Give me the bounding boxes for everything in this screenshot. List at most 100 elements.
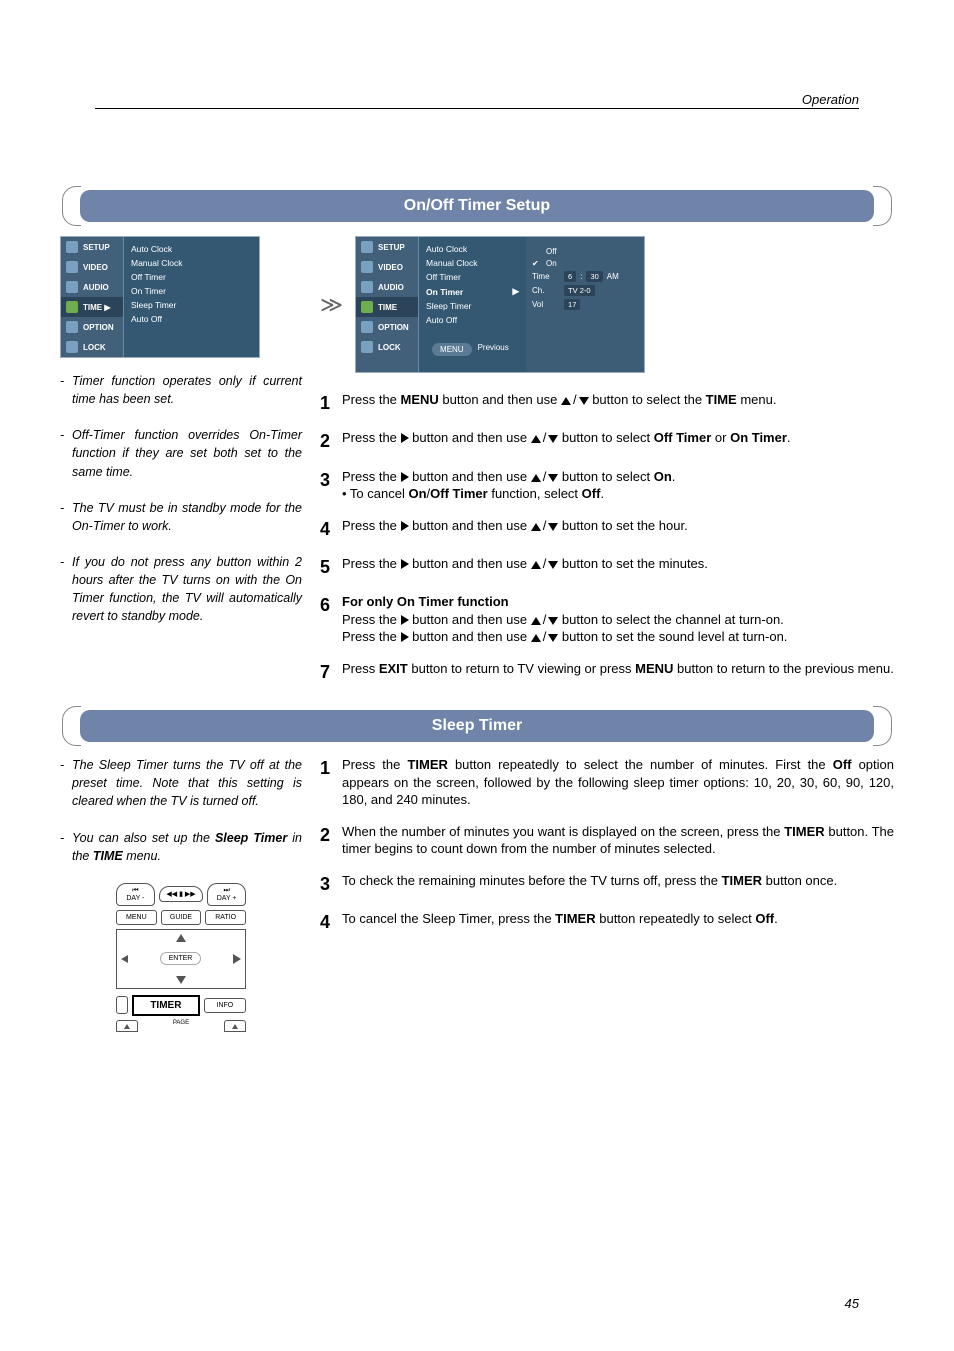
m-lock: LOCK bbox=[83, 343, 106, 352]
down-icon bbox=[548, 523, 558, 531]
t: Off Timer bbox=[430, 486, 488, 501]
down-icon bbox=[548, 561, 558, 569]
t: button to set the sound level at turn-on… bbox=[558, 629, 787, 644]
m-audio: AUDIO bbox=[83, 283, 109, 292]
section1-notes: -Timer function operates only if current… bbox=[60, 372, 302, 625]
mr-item4: Sleep Timer bbox=[426, 301, 471, 311]
up-icon bbox=[531, 634, 541, 642]
d-time-m: 30 bbox=[586, 271, 602, 282]
section2-title: Sleep Timer bbox=[80, 710, 874, 742]
rb-menu: MENU bbox=[116, 910, 157, 925]
mr-item5: Auto Off bbox=[426, 315, 457, 325]
arrow-between-icon: ≫ bbox=[320, 292, 343, 318]
note2-1: The Sleep Timer turns the TV off at the … bbox=[72, 756, 302, 810]
section2-steps: 1Press the TIMER button repeatedly to se… bbox=[320, 756, 894, 934]
t: menu. bbox=[123, 849, 161, 863]
note2-2: You can also set up the Sleep Timer in t… bbox=[72, 829, 302, 865]
right-icon bbox=[401, 521, 409, 531]
t: button and then use bbox=[409, 612, 531, 627]
right-icon bbox=[401, 433, 409, 443]
t: function, select bbox=[488, 486, 582, 501]
right-icon bbox=[401, 472, 409, 482]
t: button to select bbox=[558, 430, 653, 445]
t: button repeatedly to select the number o… bbox=[448, 757, 833, 772]
check-icon: ✔ bbox=[532, 259, 542, 268]
d-vol-label: Vol bbox=[532, 300, 560, 309]
mr-option: OPTION bbox=[378, 323, 409, 332]
t: Press the bbox=[342, 518, 401, 533]
note-4: If you do not press any button within 2 … bbox=[72, 553, 302, 626]
t: • To cancel bbox=[342, 486, 408, 501]
m-setup: SETUP bbox=[83, 243, 110, 252]
rb-enter: ENTER bbox=[160, 952, 202, 965]
note-3: The TV must be in standby mode for the O… bbox=[72, 499, 302, 535]
section1-title: On/Off Timer Setup bbox=[80, 190, 874, 222]
ml-offtimer: Off Timer bbox=[131, 272, 166, 282]
m-option: OPTION bbox=[83, 323, 114, 332]
ml-autooff: Auto Off bbox=[131, 314, 162, 324]
chevron-right-icon: ▶ bbox=[512, 286, 519, 297]
t: button and then use bbox=[439, 392, 561, 407]
right-icon bbox=[233, 954, 241, 964]
d-time-h: 6 bbox=[564, 271, 576, 282]
t: TIMER bbox=[722, 873, 762, 888]
menu-screenshot-right: SETUP VIDEO AUDIO TIME OPTION LOCK Auto … bbox=[355, 236, 645, 373]
up-icon bbox=[176, 934, 186, 942]
t: Off bbox=[833, 757, 852, 772]
down-icon bbox=[579, 397, 589, 405]
t: You can also set up the bbox=[72, 831, 215, 845]
note-1: Timer function operates only if current … bbox=[72, 372, 302, 408]
rb-day2: DAY + bbox=[212, 895, 241, 902]
t: button once. bbox=[762, 873, 837, 888]
up-icon bbox=[561, 397, 571, 405]
left-icon bbox=[121, 955, 128, 963]
t: TIMER bbox=[784, 824, 824, 839]
t: Sleep Timer bbox=[215, 831, 287, 845]
t: button and then use bbox=[409, 518, 531, 533]
t: button to return to TV viewing or press bbox=[408, 661, 635, 676]
t: TIME bbox=[93, 849, 123, 863]
t: Press the bbox=[342, 469, 401, 484]
t: button to set the hour. bbox=[558, 518, 687, 533]
rb-ratio: RATIO bbox=[205, 910, 246, 925]
t: When the number of minutes you want is d… bbox=[342, 824, 784, 839]
t: button to select the channel at turn-on. bbox=[558, 612, 783, 627]
t: Off Timer bbox=[654, 430, 712, 445]
header-section: Operation bbox=[802, 92, 859, 107]
t: On bbox=[408, 486, 426, 501]
up-icon bbox=[124, 1024, 130, 1029]
m-video: VIDEO bbox=[83, 263, 108, 272]
section2-notes: -The Sleep Timer turns the TV off at the… bbox=[60, 756, 302, 865]
t: button repeatedly to select bbox=[596, 911, 756, 926]
t: MENU bbox=[635, 661, 673, 676]
t: . bbox=[787, 430, 791, 445]
mr-item3: On Timer bbox=[426, 287, 463, 297]
t: or bbox=[711, 430, 730, 445]
t: Off bbox=[755, 911, 774, 926]
down-icon bbox=[548, 617, 558, 625]
t: menu. bbox=[737, 392, 777, 407]
right-icon bbox=[401, 632, 409, 642]
rb-page: PAGE bbox=[173, 1020, 189, 1032]
up-icon bbox=[531, 617, 541, 625]
down-icon bbox=[548, 435, 558, 443]
t: function bbox=[454, 594, 509, 609]
mr-audio: AUDIO bbox=[378, 283, 404, 292]
mr-item2: Off Timer bbox=[426, 272, 461, 282]
t: TIMER bbox=[555, 911, 595, 926]
header-rule bbox=[95, 108, 859, 109]
ml-ontimer: On Timer bbox=[131, 286, 166, 296]
t: On Timer bbox=[730, 430, 787, 445]
note-2: Off-Timer function overrides On-Timer fu… bbox=[72, 426, 302, 480]
d-off: Off bbox=[546, 247, 557, 256]
t: . bbox=[600, 486, 604, 501]
d-on: On bbox=[546, 259, 557, 268]
t: button and then use bbox=[409, 469, 531, 484]
page-number: 45 bbox=[845, 1296, 859, 1311]
down-icon bbox=[548, 474, 558, 482]
t: button and then use bbox=[409, 556, 531, 571]
d-ch-label: Ch. bbox=[532, 286, 560, 295]
t: Press the bbox=[342, 629, 401, 644]
t: To check the remaining minutes before th… bbox=[342, 873, 722, 888]
t: button and then use bbox=[409, 430, 531, 445]
